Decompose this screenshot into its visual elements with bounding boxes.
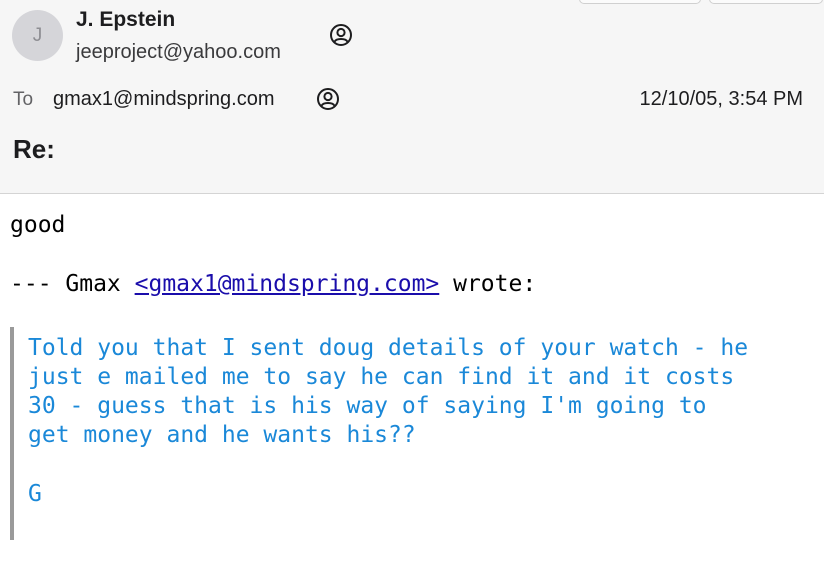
- quoted-line: just e mailed me to say he can find it a…: [28, 364, 735, 390]
- message-header: J J. Epstein jeeproject@yahoo.com To gma…: [0, 0, 824, 194]
- attribution-prefix: --- Gmax: [10, 271, 135, 297]
- avatar-initial: J: [32, 24, 43, 46]
- toolbar-button[interactable]: [709, 0, 823, 4]
- attribution-suffix: wrote:: [439, 271, 537, 297]
- quote-bar: [10, 327, 14, 540]
- to-label: To: [13, 89, 34, 110]
- message-date: 12/10/05, 3:54 PM: [639, 88, 803, 110]
- message-subject: Re:: [13, 134, 55, 164]
- avatar[interactable]: J: [12, 10, 63, 61]
- sender-email[interactable]: jeeproject@yahoo.com: [76, 41, 281, 64]
- quoted-line: Told you that I sent doug details of you…: [28, 335, 749, 361]
- sender-name[interactable]: J. Epstein: [76, 8, 175, 32]
- person-circle-icon[interactable]: [329, 23, 353, 47]
- quoted-line: get money and he wants his??: [28, 422, 416, 448]
- toolbar-button[interactable]: [579, 0, 701, 4]
- quoted-signature: G: [28, 481, 42, 507]
- quote-attribution: --- Gmax <gmax1@mindspring.com> wrote:: [10, 271, 536, 297]
- quoted-line: 30 - guess that is his way of saying I'm…: [28, 393, 707, 419]
- reply-text: good: [10, 212, 66, 238]
- person-circle-icon[interactable]: [316, 87, 340, 111]
- attribution-email-link[interactable]: <gmax1@mindspring.com>: [135, 271, 440, 297]
- recipient-email[interactable]: gmax1@mindspring.com: [53, 88, 275, 111]
